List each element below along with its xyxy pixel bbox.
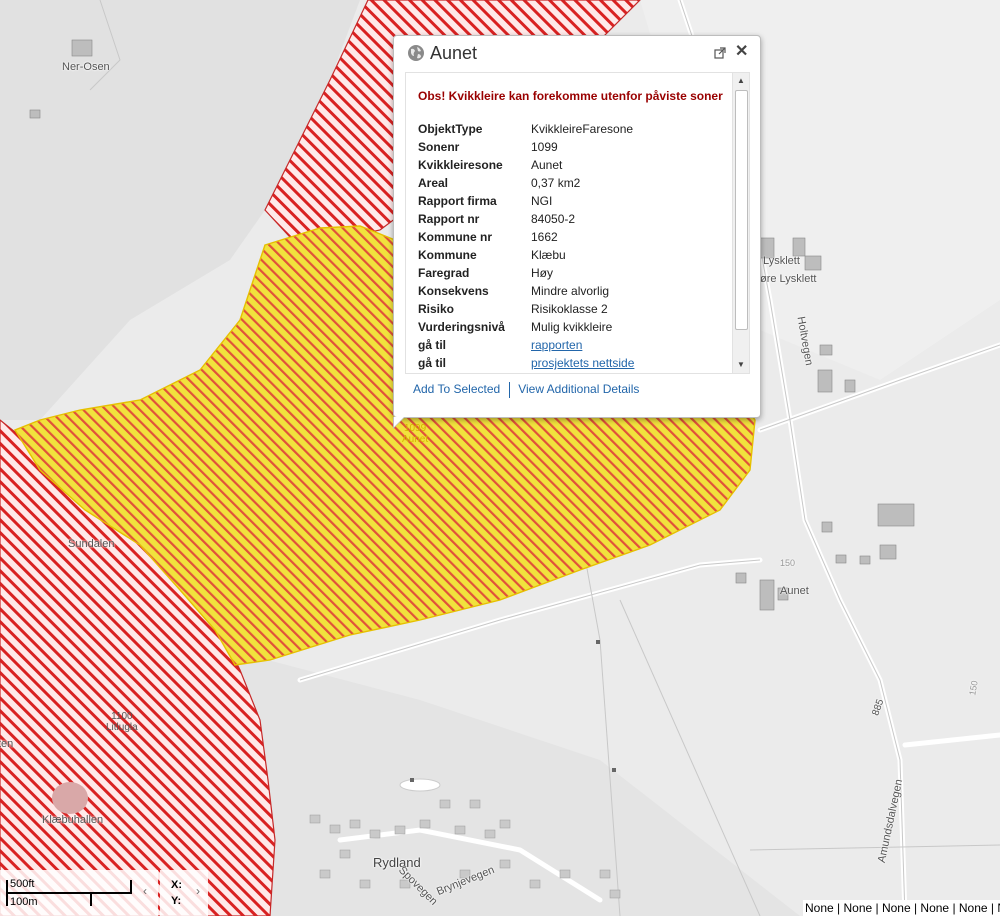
status-bar: None | None | None | None | None | None … xyxy=(803,900,1000,916)
contour-label-150: 150 xyxy=(780,558,796,568)
attribute-key: Risiko xyxy=(418,302,455,316)
attribute-row: Rapport firma NGI xyxy=(418,192,634,210)
attribute-key: Kommune nr xyxy=(418,230,493,244)
globe-icon xyxy=(408,45,424,61)
scale-tick xyxy=(130,880,132,893)
view-additional-details-link[interactable]: View Additional Details xyxy=(518,382,639,396)
zone-name: Aunet xyxy=(402,434,429,445)
add-to-selected-link[interactable]: Add To Selected xyxy=(413,382,500,396)
zone-number: 1100 xyxy=(111,711,133,722)
attribute-table: ObjektType KvikkleireFaresone Sonenr 1099 Kv… xyxy=(418,120,634,372)
coordinate-readout: X: Y: › xyxy=(160,870,208,916)
scale-collapse-chevron-icon[interactable]: ‹ xyxy=(143,884,147,898)
zone-label-1099: 1099 Aunet xyxy=(402,423,428,445)
attribute-value: Høy xyxy=(531,266,553,280)
place-label-ner-osen: Ner-Osen xyxy=(62,61,110,73)
place-label-ovre-lysklett: øre Lysklett xyxy=(760,273,817,285)
attribute-row: Areal 0,37 km2 xyxy=(418,174,634,192)
zone-number: 1099 xyxy=(403,423,427,434)
scale-metric: 100m xyxy=(10,896,38,908)
attribute-key: Rapport nr xyxy=(418,212,480,226)
scroll-up-arrow-icon[interactable]: ▲ xyxy=(733,73,749,89)
attribute-key: ObjektType xyxy=(418,122,483,136)
link-row: gå til rapporten xyxy=(418,336,634,354)
coords-expand-chevron-icon[interactable]: › xyxy=(196,884,200,898)
attribute-value: 0,37 km2 xyxy=(531,176,581,190)
attribute-value: Aunet xyxy=(531,158,563,172)
attribute-link[interactable]: rapporten xyxy=(531,338,582,352)
footer-separator xyxy=(509,382,511,398)
attribute-row: Konsekvens Mindre alvorlig xyxy=(418,282,634,300)
place-label-aunet: Aunet xyxy=(780,585,809,597)
attribute-value: 1099 xyxy=(531,140,558,154)
link-key: gå til xyxy=(418,338,447,352)
scrollbar[interactable]: ▲ ▼ xyxy=(732,73,749,373)
zone-name: Litlugla xyxy=(106,722,138,733)
attribute-key: Konsekvens xyxy=(418,284,489,298)
attribute-row: Kvikkleiresone Aunet xyxy=(418,156,634,174)
attribute-key: Kommune xyxy=(418,248,477,262)
attribute-row: Kommune Klæbu xyxy=(418,246,634,264)
attribute-link[interactable]: prosjektets nettside xyxy=(531,356,634,370)
attribute-key: Sonenr xyxy=(418,140,460,154)
attribute-value: Mulig kvikkleire xyxy=(531,320,613,334)
popup-body[interactable]: Obs! Kvikkleire kan forekomme utenfor på… xyxy=(405,72,750,374)
attribute-key: Rapport firma xyxy=(418,194,497,208)
attribute-value: Mindre alvorlig xyxy=(531,284,610,298)
attribute-value: 84050-2 xyxy=(531,212,576,226)
popup-pointer-inner xyxy=(394,417,404,427)
place-label-lysklett: Lysklett xyxy=(763,255,800,267)
quick-clay-warning: Obs! Kvikkleire kan forekomme utenfor på… xyxy=(418,89,723,103)
maximize-icon[interactable] xyxy=(714,47,726,59)
attribute-key: Vurderingsnivå xyxy=(418,320,505,334)
attribute-value: Risikoklasse 2 xyxy=(531,302,608,316)
place-label-sundalen: Sundalen xyxy=(68,538,115,550)
attribute-row: ObjektType KvikkleireFaresone xyxy=(418,120,634,138)
feature-popup: Aunet ✕ Obs! Kvikkleire kan forekomme ut… xyxy=(393,35,761,429)
attribute-key: Faregrad xyxy=(418,266,470,280)
attribute-key: Areal xyxy=(418,176,449,190)
attribute-value: KvikkleireFaresone xyxy=(531,122,634,136)
popup-footer: Add To Selected View Additional Details xyxy=(413,382,639,398)
scale-line xyxy=(6,892,132,894)
scale-bar: 500ft 100m ‹ xyxy=(0,870,158,916)
link-row: gå til prosjektets nettside xyxy=(418,354,634,372)
scale-tick xyxy=(90,893,92,906)
attribute-row: Sonenr 1099 xyxy=(418,138,634,156)
scroll-down-arrow-icon[interactable]: ▼ xyxy=(733,357,749,373)
attribute-row: Risiko Risikoklasse 2 xyxy=(418,300,634,318)
attribute-value: NGI xyxy=(531,194,553,208)
popup-header: Aunet ✕ xyxy=(394,36,760,70)
attribute-row: Rapport nr 84050-2 xyxy=(418,210,634,228)
attribute-key: Kvikkleiresone xyxy=(418,158,503,172)
coord-y-label: Y: xyxy=(171,895,182,907)
attribute-value: Klæbu xyxy=(531,248,566,262)
scale-imperial: 500ft xyxy=(10,878,35,890)
attribute-row: Vurderingsnivå Mulig kvikkleire xyxy=(418,318,634,336)
attribute-row: Faregrad Høy xyxy=(418,264,634,282)
coord-x-label: X: xyxy=(171,879,182,891)
partial-label-left: ten xyxy=(0,738,14,750)
link-key: gå til xyxy=(418,356,447,370)
place-label-klaebuhallen: Klæbuhallen xyxy=(42,814,104,826)
attribute-row: Kommune nr 1662 xyxy=(418,228,634,246)
close-icon[interactable]: ✕ xyxy=(735,44,748,60)
scroll-thumb[interactable] xyxy=(735,90,748,330)
zone-label-1100: 1100 Litlugla xyxy=(106,711,138,733)
popup-title: Aunet xyxy=(430,43,478,63)
attribute-value: 1662 xyxy=(531,230,558,244)
scale-tick xyxy=(6,880,8,906)
place-label-rydland: Rydland xyxy=(373,855,421,870)
